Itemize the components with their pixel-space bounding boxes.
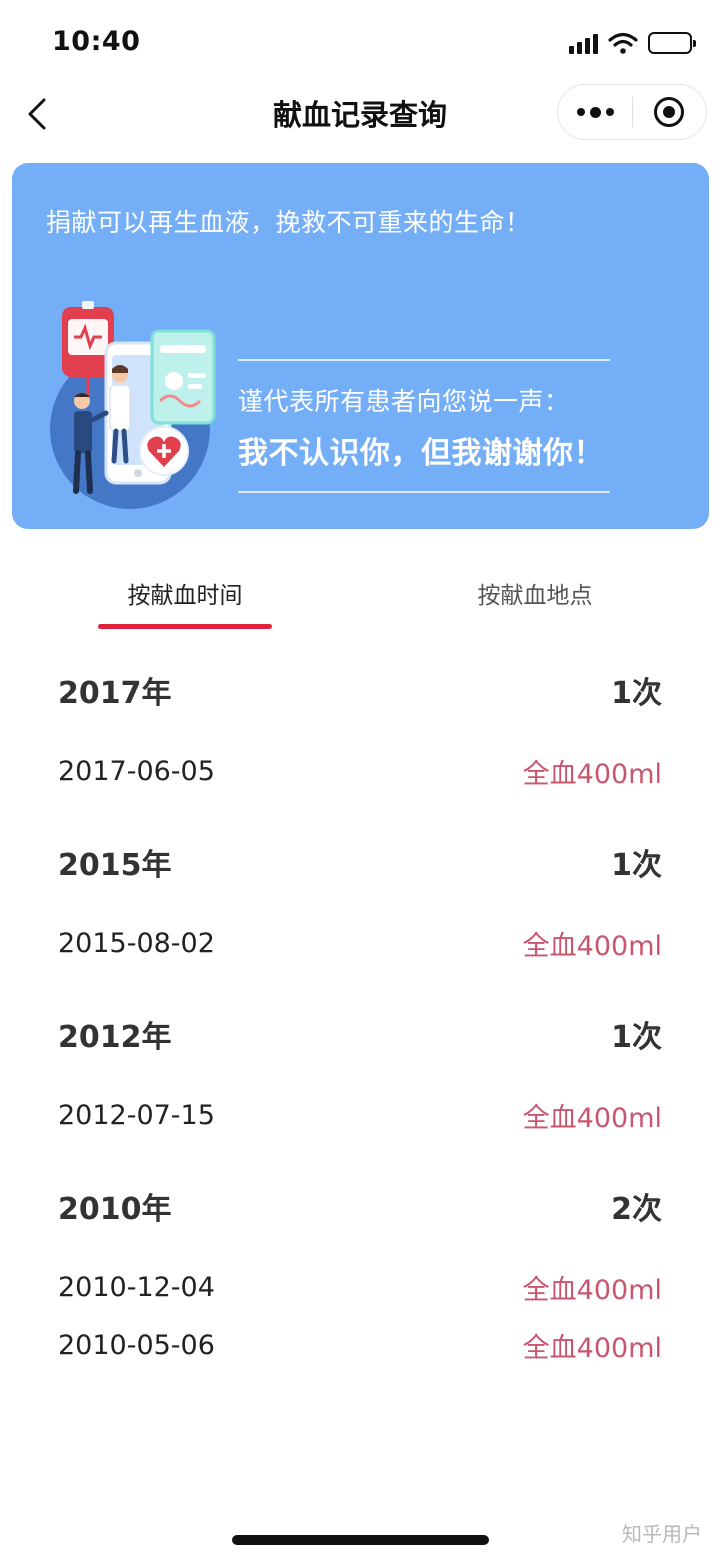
thanks-message: 谨代表所有患者向您说一声： 我不认识你，但我谢谢你！ xyxy=(238,359,610,493)
nav-bar: 献血记录查询 xyxy=(0,84,720,140)
record-date: 2010-05-06 xyxy=(58,1330,215,1361)
year-header-2015: 2015年 1次 xyxy=(58,840,662,884)
year-count: 1次 xyxy=(611,676,662,711)
record-date: 2015-08-02 xyxy=(58,928,215,959)
year-label: 2012年 xyxy=(58,1020,172,1055)
year-label: 2017年 xyxy=(58,676,172,711)
record-volume: 全血400ml xyxy=(522,931,662,962)
blood-donation-illustration xyxy=(50,301,216,509)
record-entry[interactable]: 2010-12-04 全血400ml xyxy=(58,1268,662,1307)
record-entry[interactable]: 2015-08-02 全血400ml xyxy=(58,924,662,963)
home-indicator[interactable] xyxy=(232,1535,489,1545)
record-date: 2012-07-15 xyxy=(58,1100,215,1131)
record-entry[interactable]: 2010-05-06 全血400ml xyxy=(58,1326,662,1365)
cellular-signal-icon xyxy=(569,32,598,54)
thanks-top-line xyxy=(238,359,610,361)
miniprogram-capsule xyxy=(557,84,707,140)
target-circle-icon xyxy=(654,97,685,127)
year-count: 1次 xyxy=(611,848,662,883)
year-label: 2010年 xyxy=(58,1192,172,1227)
record-date: 2010-12-04 xyxy=(58,1272,215,1303)
more-button[interactable] xyxy=(558,84,632,140)
record-volume: 全血400ml xyxy=(522,759,662,790)
battery-icon xyxy=(648,32,696,54)
more-dots-icon xyxy=(576,106,614,118)
record-volume: 全血400ml xyxy=(522,1275,662,1306)
thanks-bottom-line xyxy=(238,491,610,493)
status-time: 10:40 xyxy=(52,26,141,57)
status-bar: 10:40 xyxy=(0,0,720,84)
record-entry[interactable]: 2012-07-15 全血400ml xyxy=(58,1096,662,1135)
record-entry[interactable]: 2017-06-05 全血400ml xyxy=(58,752,662,791)
year-count: 1次 xyxy=(611,1020,662,1055)
year-count: 2次 xyxy=(611,1192,662,1227)
banner-slogan: 捐献可以再生血液，挽救不可重来的生命！ xyxy=(46,208,531,237)
record-date: 2017-06-05 xyxy=(58,756,215,787)
wifi-icon xyxy=(608,32,638,54)
close-miniprogram-button[interactable] xyxy=(633,84,706,140)
active-tab-indicator xyxy=(98,624,272,629)
thanks-headline: 我不认识你，但我谢谢你！ xyxy=(238,436,604,471)
watermark: 知乎用户 xyxy=(622,1522,702,1546)
tab-by-place[interactable]: 按献血地点 xyxy=(405,560,665,630)
donation-banner: 捐献可以再生血液，挽救不可重来的生命！ 谨代表所有患者向您说一声： 我不认识你，… xyxy=(12,163,709,529)
status-icons xyxy=(569,30,696,56)
year-label: 2015年 xyxy=(58,848,172,883)
sort-tabs: 按献血时间 按献血地点 xyxy=(0,560,720,632)
year-header-2017: 2017年 1次 xyxy=(58,668,662,712)
year-header-2010: 2010年 2次 xyxy=(58,1184,662,1228)
record-volume: 全血400ml xyxy=(522,1333,662,1364)
tab-by-time[interactable]: 按献血时间 xyxy=(55,560,315,630)
record-volume: 全血400ml xyxy=(522,1103,662,1134)
year-header-2012: 2012年 1次 xyxy=(58,1012,662,1056)
thanks-subtitle: 谨代表所有患者向您说一声： xyxy=(238,387,570,416)
